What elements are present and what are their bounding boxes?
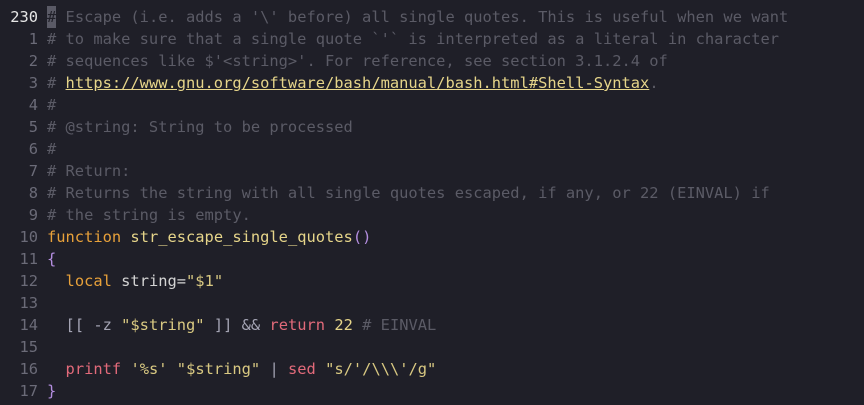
code-line[interactable]: 7 # Return:: [0, 160, 864, 182]
code-token: 22: [334, 316, 353, 334]
line-code: #: [47, 94, 56, 116]
code-token: # Returns the string with all single quo…: [47, 184, 770, 202]
code-token: |: [260, 360, 289, 378]
code-line[interactable]: 3 # https://www.gnu.org/software/bash/man…: [0, 72, 864, 94]
line-code: # @string: String to be processed: [47, 116, 353, 138]
line-code: # to make sure that a single quote `'` i…: [47, 28, 779, 50]
line-code: {: [47, 248, 56, 270]
code-token: # EINVAL: [362, 316, 437, 334]
text-cursor: #: [47, 6, 57, 28]
line-code: function str_escape_single_quotes(): [47, 226, 371, 248]
url-link[interactable]: https://www.gnu.org/software/bash/manual…: [66, 74, 650, 92]
code-line[interactable]: 17}: [0, 380, 864, 402]
code-token: # the string is empty.: [47, 206, 251, 224]
code-line[interactable]: 13: [0, 292, 864, 314]
line-number: 9: [28, 206, 38, 224]
code-token: }: [47, 382, 57, 400]
code-token: .: [649, 74, 659, 92]
code-token: local: [65, 272, 112, 290]
line-code: # Escape (i.e. adds a '\' before) all si…: [47, 6, 788, 28]
code-token: "$string": [176, 360, 261, 378]
code-token: ]] &&: [204, 316, 270, 334]
line-code: # https://www.gnu.org/software/bash/manu…: [47, 72, 659, 94]
line-number: 12: [19, 272, 38, 290]
line-number: 8: [28, 184, 38, 202]
line-number: 7: [28, 162, 38, 180]
code-token: #: [47, 140, 57, 158]
code-token: "s/'/\\\'/g": [325, 360, 437, 378]
code-line[interactable]: 12 local string="$1": [0, 270, 864, 292]
code-token: [[ -z: [47, 316, 122, 334]
code-token: # @string: String to be processed: [47, 118, 353, 136]
code-token: # Return:: [47, 162, 131, 180]
code-line[interactable]: 15: [0, 336, 864, 358]
line-code: # the string is empty.: [47, 204, 251, 226]
code-line[interactable]: 1 # to make sure that a single quote `'` …: [0, 28, 864, 50]
line-number: 17: [19, 382, 38, 400]
line-number: 15: [19, 338, 38, 356]
code-token: sed: [288, 360, 316, 378]
line-code: # Return:: [47, 160, 130, 182]
code-token: string=: [111, 272, 187, 290]
line-number: 13: [19, 294, 38, 312]
line-number: 3: [28, 74, 38, 92]
code-line-current[interactable]: 230 # Escape (i.e. adds a '\' before) all…: [0, 6, 864, 28]
line-number: 11: [19, 250, 38, 268]
code-token: # sequences like $'<string>'. For refere…: [47, 52, 668, 70]
line-number: 2: [28, 52, 38, 70]
code-line[interactable]: 8 # Returns the string with all single qu…: [0, 182, 864, 204]
line-number: 16: [19, 360, 38, 378]
line-code: # sequences like $'<string>'. For refere…: [47, 50, 668, 72]
code-line[interactable]: 6 #: [0, 138, 864, 160]
code-token: (): [352, 228, 372, 246]
line-number: 1: [28, 30, 38, 48]
code-line[interactable]: 5 # @string: String to be processed: [0, 116, 864, 138]
line-code: printf '%s' "$string" | sed "s/'/\\\'/g": [47, 358, 437, 380]
line-number: 5: [28, 118, 38, 136]
code-token: "$1": [186, 272, 224, 290]
line-code: [[ -z "$string" ]] && return 22 # EINVAL: [47, 314, 437, 336]
code-token: printf: [65, 360, 122, 378]
code-token: {: [47, 250, 57, 268]
code-token: Escape (i.e. adds a '\' before) all sing…: [56, 8, 789, 26]
code-line[interactable]: 10 function str_escape_single_quotes(): [0, 226, 864, 248]
line-number: 10: [19, 228, 38, 246]
line-number: 230: [10, 8, 38, 26]
code-line[interactable]: 14 [[ -z "$string" ]] && return 22 # EIN…: [0, 314, 864, 336]
line-code: local string="$1": [47, 270, 224, 292]
code-token: '%s': [130, 360, 168, 378]
line-code: #: [47, 138, 56, 160]
code-token: #: [47, 74, 66, 92]
code-token: function: [47, 228, 122, 246]
code-token: return: [269, 316, 326, 334]
code-token: str_escape_single_quotes: [130, 228, 353, 246]
code-line[interactable]: 11 {: [0, 248, 864, 270]
line-number: 6: [28, 140, 38, 158]
code-line[interactable]: 4 #: [0, 94, 864, 116]
code-line[interactable]: 9 # the string is empty.: [0, 204, 864, 226]
code-token: # to make sure that a single quote `'` i…: [47, 30, 780, 48]
line-code: }: [47, 380, 56, 402]
code-token: "$string": [121, 316, 205, 334]
code-line[interactable]: 2 # sequences like $'<string>'. For refer…: [0, 50, 864, 72]
code-token: #: [47, 96, 57, 114]
line-number: 14: [19, 316, 38, 334]
code-line[interactable]: 16 printf '%s' "$string" | sed "s/'/\\\'…: [0, 358, 864, 380]
line-code: # Returns the string with all single quo…: [47, 182, 770, 204]
line-number: 4: [28, 96, 38, 114]
code-editor[interactable]: 230 # Escape (i.e. adds a '\' before) all…: [0, 0, 864, 405]
